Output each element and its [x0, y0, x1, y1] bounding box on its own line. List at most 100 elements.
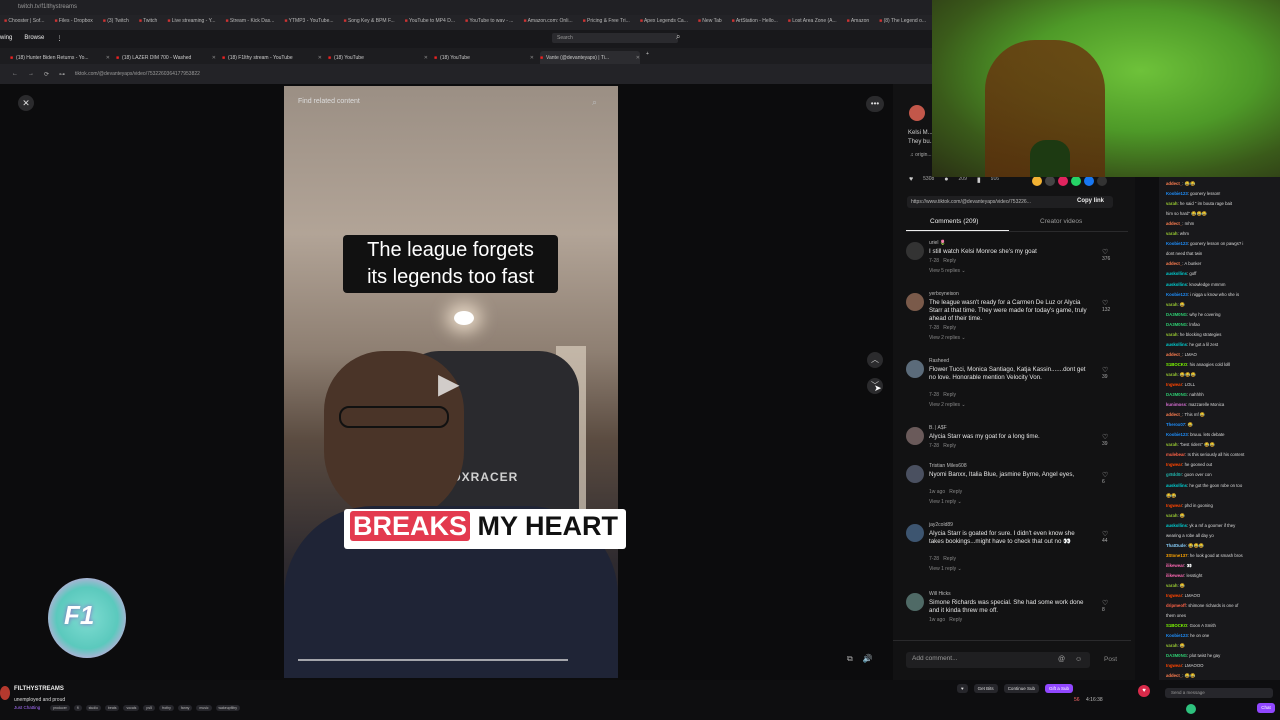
twitch-nav-item[interactable]: ⋮: [56, 35, 62, 42]
twitch-nav-item[interactable]: Browse: [24, 35, 44, 42]
chat-username[interactable]: Ingwear: [1166, 503, 1182, 508]
heart-icon[interactable]: ♥: [909, 176, 913, 184]
copy-link-button[interactable]: Copy link: [1077, 198, 1104, 204]
close-tab-icon[interactable]: ✕: [212, 55, 216, 61]
bookmark-item[interactable]: YTMP3 - YouTube...: [284, 18, 334, 30]
chat-username[interactable]: Ingwear: [1166, 663, 1182, 668]
forward-icon[interactable]: →: [28, 71, 34, 77]
avatar[interactable]: [906, 242, 924, 260]
reply-link[interactable]: Reply: [943, 258, 956, 264]
chat-username[interactable]: dripmeoff: [1166, 603, 1186, 608]
chat-username[interactable]: auskollins: [1166, 282, 1187, 287]
view-replies-link[interactable]: View 1 reply ⌄: [929, 499, 962, 505]
chat-username[interactable]: varah: [1166, 372, 1177, 377]
close-tab-icon[interactable]: ✕: [424, 55, 428, 61]
chat-username[interactable]: addect_: [1166, 412, 1182, 417]
chat-username[interactable]: varah: [1166, 332, 1177, 337]
avatar[interactable]: [906, 465, 924, 483]
bookmark-item[interactable]: Files - Dropbox: [54, 18, 93, 30]
stream-tag[interactable]: vocals: [123, 705, 140, 711]
browser-tab[interactable]: ■ (18) YouTube ✕: [434, 51, 534, 64]
chat-username[interactable]: kunimoss: [1166, 402, 1186, 407]
chat-username[interactable]: S1BOCKO: [1166, 623, 1187, 628]
close-tab-icon[interactable]: ✕: [530, 55, 534, 61]
chat-username[interactable]: varah: [1166, 643, 1177, 648]
chat-username[interactable]: ThatDude: [1166, 543, 1186, 548]
reload-icon[interactable]: ⟳: [44, 71, 49, 78]
comment-user[interactable]: Rasheed: [929, 358, 949, 364]
twitch-search-input[interactable]: Search: [552, 33, 678, 43]
comment-user[interactable]: uriel 🌷: [929, 240, 946, 246]
share-coin-icon[interactable]: [1032, 176, 1042, 186]
bookmark-item[interactable]: Apex Legends Ca...: [640, 18, 688, 30]
chat-username[interactable]: auskollins: [1166, 523, 1187, 528]
comment-user[interactable]: yerboyneison: [929, 291, 959, 297]
stream-tag[interactable]: beats: [104, 705, 120, 711]
heart-icon[interactable]: ♡: [1102, 471, 1108, 479]
stream-action-button[interactable]: Continue Sub: [1003, 684, 1039, 693]
stream-tag[interactable]: ps5: [143, 705, 156, 711]
chat-username[interactable]: Ingwear: [1166, 462, 1182, 467]
comment-user[interactable]: jay2cold89: [929, 522, 953, 528]
bookmark-item[interactable]: Stream - Kick Das...: [225, 18, 274, 30]
pip-icon[interactable]: ⧉: [847, 654, 853, 664]
bookmark-item[interactable]: Song Key & BPM F...: [344, 18, 395, 30]
share-whatsapp-icon[interactable]: [1071, 176, 1081, 186]
stream-tag[interactable]: frothy: [159, 705, 174, 711]
find-related-search[interactable]: Find related content: [284, 94, 618, 114]
avatar[interactable]: [0, 686, 10, 700]
heart-icon[interactable]: ♡: [1102, 530, 1108, 538]
bookmark-item[interactable]: Twitch: [139, 18, 157, 30]
previous-video-icon[interactable]: ︿: [867, 352, 883, 368]
chat-username[interactable]: Ingwear: [1166, 382, 1182, 387]
stream-category[interactable]: Just Chatting: [14, 705, 40, 710]
site-info-icon[interactable]: ⊶: [59, 71, 65, 78]
stream-tag[interactable]: fl: [73, 705, 82, 711]
chat-username[interactable]: Therox07: [1166, 422, 1185, 427]
view-replies-link[interactable]: View 5 replies ⌄: [929, 268, 966, 274]
back-icon[interactable]: ←: [12, 71, 18, 77]
stream-tag[interactable]: wakeupfiltry: [215, 705, 241, 711]
bookmark-item[interactable]: YouTube to wav - ...: [465, 18, 513, 30]
chat-username[interactable]: Koobie123: [1166, 633, 1188, 638]
share-arrow-icon[interactable]: [1097, 176, 1107, 186]
reply-link[interactable]: Reply: [943, 325, 956, 331]
stream-action-button[interactable]: ♥: [957, 684, 968, 693]
share-embed-icon[interactable]: [1045, 176, 1055, 186]
chat-username[interactable]: ilikewear: [1166, 573, 1184, 578]
bookmark-item[interactable]: (3) Twitch: [103, 18, 129, 30]
view-replies-link[interactable]: View 1 reply ⌄: [929, 566, 962, 572]
avatar[interactable]: [906, 593, 924, 611]
heart-icon[interactable]: ♥: [1138, 685, 1150, 697]
chat-username[interactable]: DA3M0NG: [1166, 392, 1187, 397]
chat-username[interactable]: Koobie123: [1166, 241, 1188, 246]
share-facebook-icon[interactable]: [1084, 176, 1094, 186]
chat-username[interactable]: addect_: [1166, 673, 1182, 678]
post-music[interactable]: ♫ origin...: [910, 152, 932, 158]
avatar[interactable]: [906, 524, 924, 542]
heart-icon[interactable]: ♡: [1102, 599, 1108, 607]
emoji-icon[interactable]: ☺: [1075, 656, 1082, 663]
stream-action-button[interactable]: Get Bits: [973, 684, 998, 693]
avatar[interactable]: [906, 293, 924, 311]
chat-username[interactable]: Ingwear: [1166, 593, 1182, 598]
reply-link[interactable]: Reply: [943, 443, 956, 449]
chat-username[interactable]: auskollins: [1166, 342, 1187, 347]
chat-username[interactable]: varah: [1166, 201, 1177, 206]
chat-username[interactable]: addect_: [1166, 352, 1182, 357]
chat-username[interactable]: auskollins: [1166, 483, 1187, 488]
twitch-nav-item[interactable]: wing: [0, 35, 12, 42]
stream-tag[interactable]: producer: [50, 705, 70, 711]
bookmark-item[interactable]: Pricing & Free Tri...: [583, 18, 630, 30]
bookmark-item[interactable]: Chooster | Sof...: [4, 18, 44, 30]
bookmark-item[interactable]: (8) The Legend o...: [879, 18, 926, 30]
chat-username[interactable]: DA3M0NG: [1166, 653, 1187, 658]
bookmark-item[interactable]: Amazon.com: Onli...: [523, 18, 573, 30]
browser-tab[interactable]: ■ (18) LAZER DIM 700 - Washed ✕: [116, 51, 216, 64]
close-tab-icon[interactable]: ✕: [636, 55, 640, 61]
comment-icon[interactable]: ●: [944, 176, 948, 184]
bookmark-item[interactable]: Lost Area Zone (A...: [788, 18, 836, 30]
chat-username[interactable]: Koobie123: [1166, 292, 1188, 297]
tab-creator-videos[interactable]: Creator videos: [1040, 218, 1082, 225]
chat-username[interactable]: mulebear: [1166, 452, 1185, 457]
